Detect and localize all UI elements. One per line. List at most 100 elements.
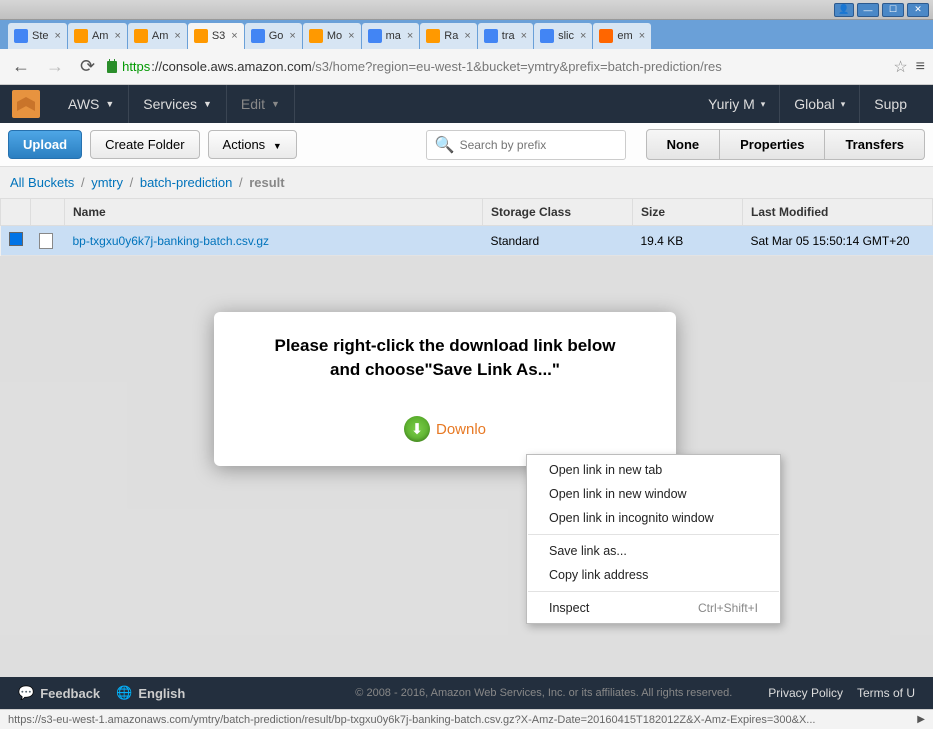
- actions-label: Actions: [223, 137, 266, 152]
- context-menu-item[interactable]: Open link in new window: [527, 482, 780, 506]
- tab-properties[interactable]: Properties: [720, 129, 825, 160]
- favicon: [14, 29, 28, 43]
- support-menu[interactable]: Supp: [860, 85, 921, 123]
- terms-link[interactable]: Terms of U: [857, 686, 915, 700]
- back-button[interactable]: ←: [8, 54, 34, 79]
- favicon: [194, 29, 208, 43]
- tab-transfers[interactable]: Transfers: [825, 129, 925, 160]
- window-minimize-button[interactable]: —: [857, 3, 879, 17]
- search-input[interactable]: [460, 138, 617, 152]
- browser-tab[interactable]: Go×: [245, 23, 302, 49]
- ctx-inspect-label: Inspect: [549, 601, 589, 615]
- browser-tab[interactable]: Ra×: [420, 23, 477, 49]
- file-icon: [39, 233, 53, 249]
- upload-button[interactable]: Upload: [8, 130, 82, 159]
- tab-close-icon[interactable]: ×: [580, 30, 586, 42]
- feedback-link[interactable]: 💬 Feedback: [18, 685, 100, 701]
- context-menu: Open link in new tabOpen link in new win…: [526, 454, 781, 624]
- browser-tab[interactable]: em ×: [593, 23, 651, 49]
- col-storage[interactable]: Storage Class: [483, 199, 633, 226]
- edit-menu[interactable]: Edit ▼: [227, 85, 295, 123]
- address-bar[interactable]: https ://console.aws.amazon.com /s3/home…: [107, 59, 885, 74]
- browser-tab[interactable]: tra×: [478, 23, 533, 49]
- tab-close-icon[interactable]: ×: [55, 30, 61, 42]
- create-folder-button[interactable]: Create Folder: [90, 130, 199, 159]
- col-name[interactable]: Name: [65, 199, 483, 226]
- window-close-button[interactable]: ✕: [907, 3, 929, 17]
- favicon: [599, 29, 613, 43]
- chevron-down-icon: ▾: [761, 99, 766, 110]
- breadcrumb-folder[interactable]: batch-prediction: [140, 175, 233, 190]
- modal-line1: Please right-click the download link bel…: [234, 336, 656, 356]
- user-name: Yuriy M: [708, 96, 755, 112]
- context-menu-item[interactable]: Open link in new tab: [527, 458, 780, 482]
- services-menu[interactable]: Services ▼: [129, 85, 227, 123]
- browser-tab[interactable]: Mo ×: [303, 23, 361, 49]
- window-maximize-button[interactable]: ☐: [882, 3, 904, 17]
- aws-menu[interactable]: AWS ▼: [54, 85, 129, 123]
- chevron-down-icon: ▼: [273, 141, 282, 151]
- tab-close-icon[interactable]: ×: [174, 30, 180, 42]
- tab-close-icon[interactable]: ×: [407, 30, 413, 42]
- search-icon: 🔍: [435, 135, 455, 155]
- modal-line2: and choose"Save Link As...": [234, 360, 656, 380]
- breadcrumb-bucket[interactable]: ymtry: [91, 175, 123, 190]
- browser-tab[interactable]: slic×: [534, 23, 592, 49]
- search-box[interactable]: 🔍: [426, 130, 626, 160]
- scroll-right-icon[interactable]: ▶: [917, 714, 925, 725]
- row-checkbox[interactable]: [9, 232, 23, 246]
- favicon: [74, 29, 88, 43]
- region-menu[interactable]: Global ▾: [780, 85, 860, 123]
- browser-tab[interactable]: ma×: [362, 23, 420, 49]
- language-link[interactable]: 🌐 English: [116, 685, 185, 701]
- services-label: Services: [143, 96, 197, 112]
- aws-logo-icon[interactable]: [12, 90, 40, 118]
- tab-label: Ste: [32, 30, 49, 42]
- breadcrumb-root[interactable]: All Buckets: [10, 175, 74, 190]
- bookmark-icon[interactable]: ☆: [893, 57, 907, 77]
- context-menu-item[interactable]: Save link as...: [527, 539, 780, 563]
- status-url: https://s3-eu-west-1.amazonaws.com/ymtry…: [8, 714, 815, 726]
- col-size[interactable]: Size: [633, 199, 743, 226]
- url-host: ://console.aws.amazon.com: [151, 59, 311, 74]
- tab-close-icon[interactable]: ×: [114, 30, 120, 42]
- reload-button[interactable]: ⟳: [76, 54, 99, 79]
- tab-close-icon[interactable]: ×: [348, 30, 354, 42]
- cell-storage: Standard: [483, 226, 633, 256]
- object-table: Name Storage Class Size Last Modified bp…: [0, 198, 933, 256]
- aws-footer: 💬 Feedback 🌐 English © 2008 - 2016, Amaz…: [0, 677, 933, 709]
- tab-none[interactable]: None: [646, 129, 721, 160]
- context-menu-separator: [528, 534, 779, 535]
- window-user-icon[interactable]: 👤: [834, 3, 854, 17]
- browser-tab[interactable]: Am×: [68, 23, 127, 49]
- aws-menu-label: AWS: [68, 96, 99, 112]
- tab-close-icon[interactable]: ×: [639, 30, 645, 42]
- lock-icon: [107, 61, 117, 73]
- tab-label: em: [617, 30, 632, 42]
- user-menu[interactable]: Yuriy M ▾: [694, 85, 780, 123]
- privacy-link[interactable]: Privacy Policy: [768, 686, 843, 700]
- favicon: [484, 29, 498, 43]
- chrome-menu-icon[interactable]: ≡: [916, 58, 925, 76]
- ctx-inspect[interactable]: Inspect Ctrl+Shift+I: [527, 596, 780, 620]
- content-area: Please right-click the download link bel…: [0, 256, 933, 686]
- file-name-link[interactable]: bp-txgxu0y6k7j-banking-batch.csv.gz: [73, 234, 270, 248]
- feedback-label: Feedback: [40, 686, 100, 701]
- forward-button: →: [42, 54, 68, 79]
- browser-tab[interactable]: Ste ×: [8, 23, 67, 49]
- browser-tab[interactable]: S3×: [188, 23, 244, 49]
- tab-close-icon[interactable]: ×: [231, 30, 237, 42]
- browser-tab[interactable]: Am×: [128, 23, 187, 49]
- context-menu-item[interactable]: Copy link address: [527, 563, 780, 587]
- cell-modified: Sat Mar 05 15:50:14 GMT+20: [743, 226, 933, 256]
- ctx-inspect-shortcut: Ctrl+Shift+I: [698, 601, 758, 615]
- download-link[interactable]: ⬇ Downlo: [404, 416, 486, 442]
- col-modified[interactable]: Last Modified: [743, 199, 933, 226]
- tab-close-icon[interactable]: ×: [521, 30, 527, 42]
- actions-menu-button[interactable]: Actions ▼: [208, 130, 297, 159]
- table-row[interactable]: bp-txgxu0y6k7j-banking-batch.csv.gz Stan…: [1, 226, 933, 256]
- tab-label: Mo: [327, 30, 342, 42]
- tab-close-icon[interactable]: ×: [464, 30, 470, 42]
- context-menu-item[interactable]: Open link in incognito window: [527, 506, 780, 530]
- tab-close-icon[interactable]: ×: [289, 30, 295, 42]
